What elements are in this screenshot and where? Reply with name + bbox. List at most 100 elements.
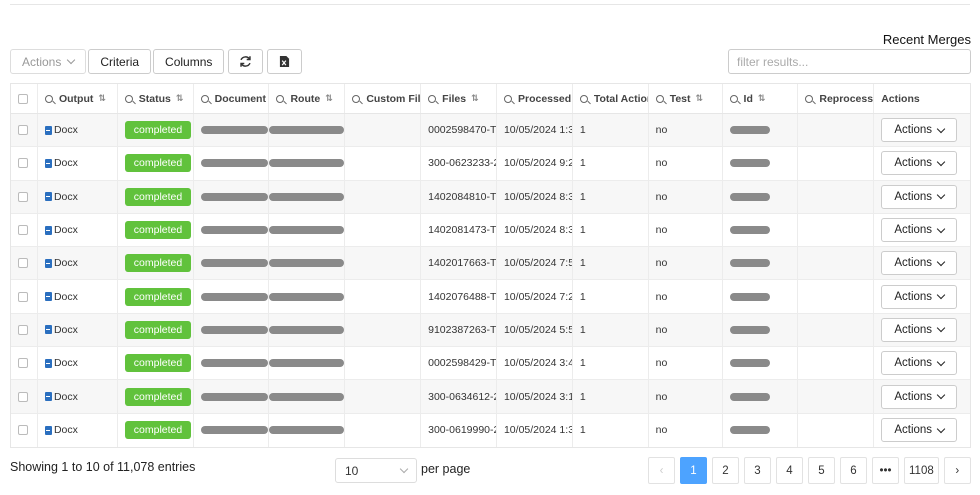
row-checkbox[interactable] (18, 125, 28, 136)
test-value: no (655, 390, 668, 403)
sort-icon[interactable]: ⇅ (325, 93, 332, 104)
row-checkbox[interactable] (18, 425, 28, 436)
sort-icon[interactable]: ⇅ (176, 93, 183, 104)
row-checkbox[interactable] (18, 191, 28, 202)
row-actions-button[interactable]: Actions (881, 151, 958, 176)
sort-icon[interactable]: ⇅ (696, 93, 703, 104)
page-5-button[interactable]: 5 (808, 457, 835, 484)
table-row[interactable]: Docx completed 0002598429-T 10/05/2024 3… (11, 347, 970, 381)
per-page-select[interactable]: 10 (335, 458, 417, 483)
status-cell: completed (118, 213, 194, 247)
table-row[interactable]: Docx completed 300-0634612-2 10/05/2024 … (11, 380, 970, 414)
total-actions-cell: 1 (573, 247, 649, 280)
row-checkbox[interactable] (18, 391, 28, 402)
header-document[interactable]: Document (194, 84, 270, 113)
docx-file-icon (44, 158, 52, 168)
table-row[interactable]: Docx completed 300-0623233-2 10/05/2024 … (11, 147, 970, 181)
header-processed[interactable]: Processed (497, 84, 573, 113)
table-row[interactable]: Docx completed 1402081473-T 10/05/2024 8… (11, 213, 970, 248)
header-status[interactable]: Status ⇅ (118, 84, 194, 113)
table-row[interactable]: Docx completed 0002598470-T 10/05/2024 1… (11, 114, 970, 148)
page-2-button[interactable]: 2 (712, 457, 739, 484)
refresh-icon (240, 56, 252, 67)
docx-file-icon (44, 125, 52, 135)
header-reprocessed[interactable]: Reprocesse (798, 84, 875, 113)
redacted-route (269, 426, 345, 435)
more-pages-button[interactable]: ••• (872, 457, 899, 484)
output-cell[interactable]: Docx (38, 347, 118, 380)
prev-page-button[interactable]: ‹ (648, 457, 675, 484)
output-cell[interactable]: Docx (38, 147, 118, 180)
test-cell: no (649, 213, 723, 247)
row-checkbox[interactable] (18, 324, 28, 335)
criteria-button[interactable]: Criteria (88, 49, 152, 74)
row-actions-button[interactable]: Actions (881, 284, 958, 309)
output-cell[interactable]: Docx (38, 247, 118, 280)
output-cell[interactable]: Docx (38, 313, 118, 347)
row-actions-button[interactable]: Actions (881, 351, 958, 376)
table-row[interactable]: Docx completed 1402076488-T 10/05/2024 7… (11, 280, 970, 314)
columns-button[interactable]: Columns (153, 49, 225, 74)
row-actions-button[interactable]: Actions (881, 218, 958, 243)
row-actions-label: Actions (894, 157, 933, 170)
actions-cell: Actions (874, 414, 970, 447)
chevron-down-icon (936, 190, 946, 200)
export-excel-button[interactable] (267, 49, 303, 74)
table-row[interactable]: Docx completed 1402017663-T 10/05/2024 7… (11, 247, 970, 281)
page-1-button[interactable]: 1 (680, 457, 707, 484)
row-checkbox[interactable] (18, 258, 28, 269)
refresh-button[interactable] (228, 49, 264, 74)
custom-fields-cell (345, 313, 422, 347)
table-row[interactable]: Docx completed 300-0619990-2 10/05/2024 … (11, 413, 970, 447)
header-output[interactable]: Output ⇅ (38, 84, 118, 113)
next-page-button[interactable]: › (943, 457, 971, 484)
select-cell (11, 247, 38, 280)
page-3-button[interactable]: 3 (744, 457, 771, 484)
search-icon (44, 94, 53, 103)
page-6-button[interactable]: 6 (840, 457, 867, 484)
table-row[interactable]: Docx completed 1402084810-T 10/05/2024 8… (11, 180, 970, 214)
test-value: no (655, 257, 668, 270)
files-value: 1402017663-T (428, 257, 497, 270)
sort-icon[interactable]: ⇅ (98, 93, 105, 104)
sort-icon[interactable]: ⇅ (758, 93, 765, 104)
page-4-button[interactable]: 4 (776, 457, 803, 484)
row-actions-button[interactable]: Actions (881, 418, 958, 443)
row-actions-button[interactable]: Actions (881, 118, 958, 143)
row-actions-button[interactable]: Actions (881, 184, 958, 209)
header-id[interactable]: Id ⇅ (723, 84, 799, 113)
row-checkbox[interactable] (18, 291, 28, 302)
processed-value: 10/05/2024 9:2 (503, 157, 573, 170)
filter-results-input[interactable] (728, 49, 971, 74)
processed-cell: 10/05/2024 5:5 (497, 313, 573, 347)
output-cell[interactable]: Docx (38, 380, 118, 413)
row-checkbox[interactable] (18, 225, 28, 236)
per-page-label: per page (421, 462, 471, 476)
header-total-actions[interactable]: Total Action (573, 84, 649, 113)
row-checkbox[interactable] (18, 158, 28, 169)
sort-icon[interactable]: ⇅ (471, 93, 478, 104)
status-cell: completed (118, 313, 194, 347)
row-checkbox[interactable] (18, 358, 28, 369)
header-test[interactable]: Test ⇅ (649, 84, 723, 113)
header-custom-fields[interactable]: Custom Fil (345, 84, 422, 113)
status-badge: completed (124, 320, 192, 339)
row-actions-button[interactable]: Actions (881, 317, 958, 342)
header-custom-label: Custom Fil (366, 92, 421, 105)
bulk-actions-dropdown[interactable]: Actions (10, 49, 87, 74)
output-cell[interactable]: Docx (38, 180, 118, 213)
output-cell[interactable]: Docx (38, 114, 118, 147)
output-cell[interactable]: Docx (38, 213, 118, 247)
output-cell[interactable]: Docx (38, 280, 118, 313)
processed-value: 10/05/2024 3:1 (503, 390, 573, 403)
toolbar: Actions Criteria Columns (10, 49, 303, 74)
select-all-checkbox[interactable] (18, 93, 28, 104)
row-actions-button[interactable]: Actions (881, 251, 958, 276)
last-page-button[interactable]: 1108 (904, 457, 939, 484)
row-actions-button[interactable]: Actions (881, 384, 958, 409)
row-actions-label: Actions (894, 224, 933, 237)
table-row[interactable]: Docx completed 9102387263-T 10/05/2024 5… (11, 313, 970, 348)
output-cell[interactable]: Docx (38, 413, 118, 447)
header-files[interactable]: Files ⇅ (421, 84, 497, 113)
header-route[interactable]: Route ⇅ (269, 84, 346, 113)
